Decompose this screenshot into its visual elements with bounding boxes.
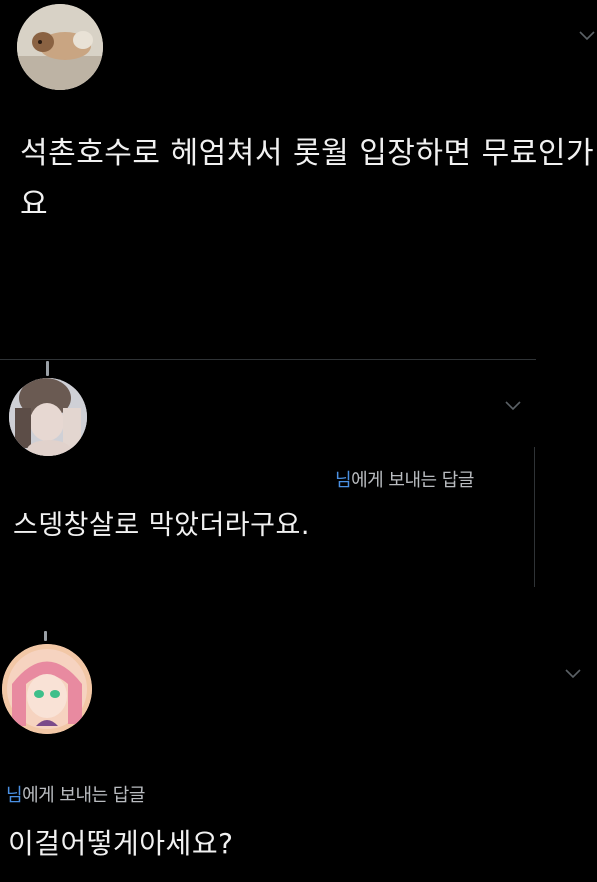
avatar[interactable]: [2, 644, 92, 734]
tweet-text: 스뎅창살로 막았더라구요.: [13, 510, 310, 541]
reply-label: 에게 보내는 답글: [22, 785, 145, 806]
dog-avatar-icon: [17, 4, 103, 90]
divider: [534, 447, 535, 587]
avatar[interactable]: [17, 4, 103, 90]
anime-avatar-icon: [2, 644, 92, 734]
reply-to-handle[interactable]: 님: [335, 470, 352, 491]
chevron-down-icon[interactable]: [578, 30, 596, 42]
reply-label: 에게 보내는 답글: [351, 470, 474, 491]
reply-to-handle[interactable]: 님: [6, 785, 23, 806]
chevron-down-icon[interactable]: [564, 668, 582, 680]
tweet-text: 이걸어떻게아세요?: [8, 827, 234, 860]
reply-to-line: 님에게 보내는 답글: [335, 466, 474, 492]
person-avatar-icon: [9, 378, 87, 456]
thread-line: [46, 361, 49, 376]
tweet-text: 석촌호수로 헤엄쳐서 롯월 입장하면 무료인가요: [20, 136, 595, 222]
reply-to-line: 님에게 보내는 답글: [6, 781, 145, 807]
avatar[interactable]: [9, 378, 87, 456]
thread-line: [44, 631, 47, 641]
chevron-down-icon[interactable]: [504, 400, 522, 412]
divider: [0, 359, 536, 360]
